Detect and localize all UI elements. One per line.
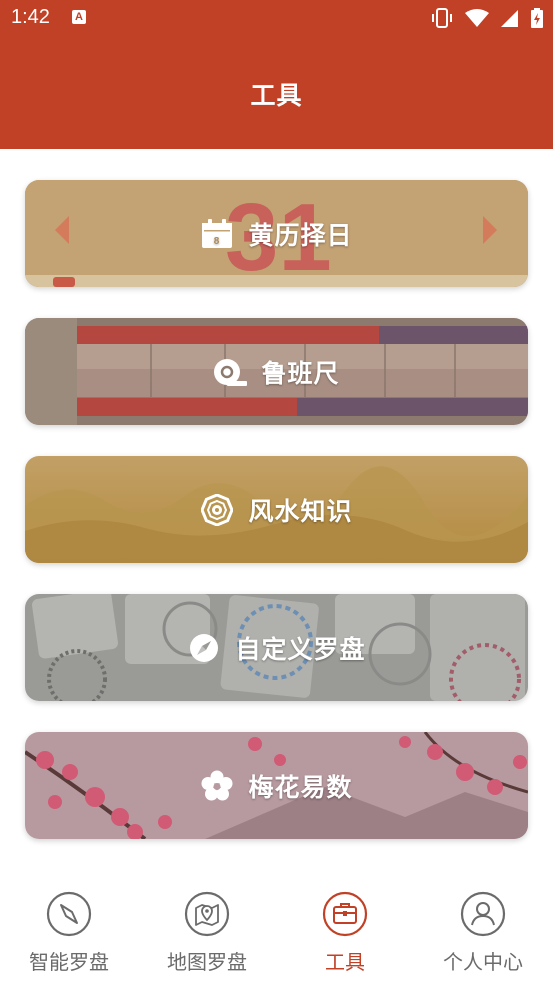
card-label: 自定义罗盘 [235, 634, 366, 664]
card-label: 鲁班尺 [261, 358, 340, 388]
wifi-icon [465, 9, 489, 27]
status-time: 1:42 [11, 6, 50, 28]
page-title: 工具 [250, 81, 303, 110]
fengshui-card[interactable]: 风水知识 [25, 456, 528, 563]
svg-text:8: 8 [214, 236, 221, 247]
notification-icon: A [72, 10, 86, 24]
tape-measure-icon [213, 355, 248, 389]
map-icon [184, 891, 230, 937]
vibrate-icon [432, 8, 452, 28]
battery-icon [531, 8, 543, 28]
bagua-icon [200, 493, 234, 527]
bottom-nav: 智能罗盘 地图罗盘 工具 个人中心 [0, 880, 553, 983]
custom-compass-card[interactable]: 自定义罗盘 [25, 594, 528, 701]
plum-blossom-icon [200, 769, 234, 803]
nav-smart-compass[interactable]: 智能罗盘 [0, 891, 138, 975]
huangli-card[interactable]: 31 8 黄历择日 [25, 180, 528, 287]
card-label: 风水知识 [248, 496, 353, 526]
nav-label: 地图罗盘 [167, 950, 247, 974]
compass-icon [187, 631, 221, 665]
calendar-icon: 8 [200, 217, 234, 251]
nav-map-compass[interactable]: 地图罗盘 [138, 891, 276, 975]
compass-icon [46, 891, 92, 937]
toolbox-icon [322, 891, 368, 937]
nav-label: 工具 [325, 950, 365, 974]
header: 1:42 A 工具 [0, 0, 553, 149]
luban-ruler-card[interactable]: 鲁班尺 [25, 318, 528, 425]
status-bar: 1:42 A [0, 0, 553, 38]
card-label: 黄历择日 [248, 220, 353, 250]
status-icons [431, 8, 543, 28]
nav-profile[interactable]: 个人中心 [414, 891, 552, 975]
card-label: 梅花易数 [248, 772, 353, 802]
signal-icon [501, 10, 518, 27]
nav-label: 智能罗盘 [29, 950, 109, 974]
nav-tools[interactable]: 工具 [276, 891, 414, 975]
user-icon [460, 891, 506, 937]
plum-blossom-card[interactable]: 梅花易数 [25, 732, 528, 839]
nav-label: 个人中心 [443, 950, 523, 974]
